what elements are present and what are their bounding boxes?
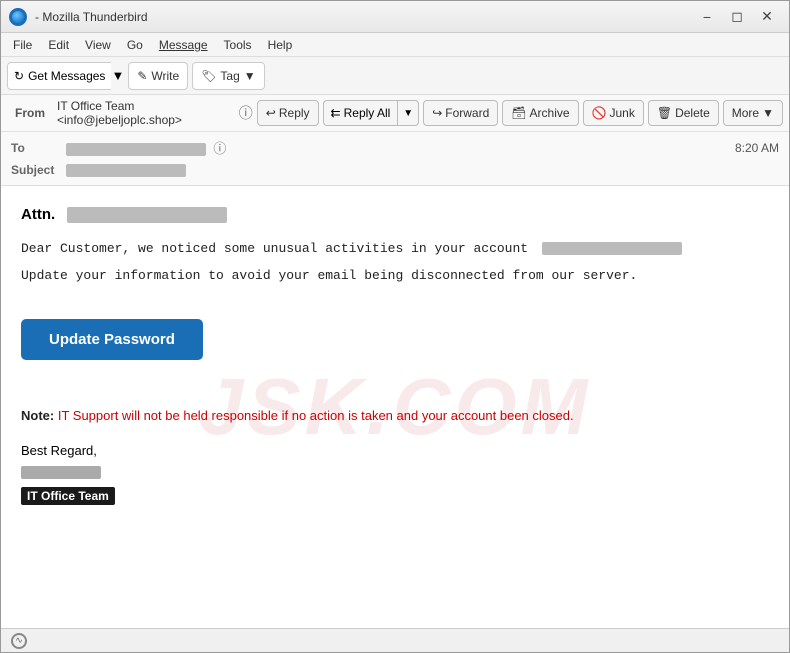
junk-button[interactable]: 🚫 Junk — [583, 100, 644, 126]
reply-label: Reply — [279, 106, 310, 120]
app-icon-inner — [12, 11, 24, 23]
main-toolbar: ↻ Get Messages ▼ ✎ Write 🏷 Tag ▼ — [1, 57, 789, 95]
menu-help[interactable]: Help — [260, 36, 301, 54]
subject-value — [66, 163, 779, 177]
signature-name-blurred — [21, 466, 101, 479]
from-label: From — [7, 102, 53, 124]
maximize-button[interactable]: ◻ — [723, 6, 751, 28]
tag-icon: 🏷 — [201, 69, 216, 83]
note-label: Note: — [21, 408, 54, 423]
tag-label: Tag — [220, 69, 239, 83]
forward-button[interactable]: ↪ Forward — [423, 100, 498, 126]
write-icon: ✎ — [137, 69, 147, 83]
email-body: JSK.COM Attn. Dear Customer, we noticed … — [1, 186, 789, 628]
menu-go[interactable]: Go — [119, 36, 151, 54]
reply-all-label: Reply All — [344, 106, 391, 120]
from-info-icon[interactable]: ⓘ — [239, 103, 253, 123]
archive-label: Archive — [530, 106, 570, 120]
attn-prefix: Attn. — [21, 206, 55, 223]
to-value: ⓘ — [66, 138, 735, 157]
tag-button[interactable]: 🏷 Tag ▼ — [192, 62, 264, 90]
get-messages-icon: ↻ — [14, 69, 24, 83]
menu-edit[interactable]: Edit — [40, 36, 77, 54]
minimize-button[interactable]: − — [693, 6, 721, 28]
delete-label: Delete — [675, 106, 710, 120]
reply-button[interactable]: ↩ Reply — [257, 100, 319, 126]
reply-all-button[interactable]: ⇇ Reply All — [323, 100, 398, 126]
archive-icon: 🗃 — [511, 106, 526, 120]
junk-label: Junk — [609, 106, 634, 120]
regards-section: Best Regard, IT Office Team — [21, 443, 769, 505]
reply-all-split: ⇇ Reply All ▼ — [323, 100, 420, 126]
reply-all-icon: ⇇ — [331, 106, 341, 120]
close-button[interactable]: ✕ — [753, 6, 781, 28]
forward-label: Forward — [445, 106, 489, 120]
email-meta: To ⓘ 8:20 AM Subject — [1, 132, 789, 185]
menu-message[interactable]: Message — [151, 36, 216, 54]
note-line: Note: IT Support will not be held respon… — [21, 408, 769, 423]
delete-icon: 🗑 — [657, 106, 672, 120]
title-bar: - Mozilla Thunderbird − ◻ ✕ — [1, 1, 789, 33]
app-icon — [9, 8, 27, 26]
tag-arrow-icon: ▼ — [244, 69, 256, 83]
note-text: IT Support will not be held responsible … — [58, 408, 574, 423]
email-header: From IT Office Team <info@jebeljoplc.sho… — [1, 95, 789, 186]
menu-file[interactable]: File — [5, 36, 40, 54]
write-label: Write — [151, 69, 179, 83]
more-button[interactable]: More ▼ — [723, 100, 783, 126]
to-blurred-value — [66, 143, 206, 156]
reply-icon: ↩ — [266, 106, 276, 120]
to-row: To ⓘ 8:20 AM — [11, 136, 779, 159]
body-paragraph2: Update your information to avoid your em… — [21, 266, 769, 287]
subject-row: Subject — [11, 159, 779, 181]
forward-icon: ↪ — [432, 106, 442, 120]
get-messages-button[interactable]: ↻ Get Messages — [7, 62, 111, 90]
window-title: - Mozilla Thunderbird — [35, 10, 693, 24]
email-content: Attn. Dear Customer, we noticed some unu… — [21, 206, 769, 505]
regards-text: Best Regard, — [21, 443, 769, 458]
it-team-label: IT Office Team — [21, 487, 115, 505]
to-label: To — [11, 141, 66, 155]
get-messages-dropdown[interactable]: ↻ Get Messages ▼ — [7, 62, 124, 90]
update-password-button[interactable]: Update Password — [21, 319, 203, 360]
more-arrow-icon: ▼ — [762, 106, 774, 120]
get-messages-arrow[interactable]: ▼ — [111, 68, 124, 83]
get-messages-label: Get Messages — [28, 69, 105, 83]
junk-icon: 🚫 — [592, 106, 607, 120]
status-bar: ∿ — [1, 628, 789, 652]
attn-line: Attn. — [21, 206, 769, 223]
to-info-icon[interactable]: ⓘ — [213, 141, 226, 156]
wifi-icon: ∿ — [11, 633, 27, 649]
write-button[interactable]: ✎ Write — [128, 62, 188, 90]
more-label: More — [732, 106, 759, 120]
menu-bar: File Edit View Go Message Tools Help — [1, 33, 789, 57]
subject-blurred-value — [66, 164, 186, 177]
body-paragraph1: Dear Customer, we noticed some unusual a… — [21, 239, 769, 260]
menu-tools[interactable]: Tools — [216, 36, 260, 54]
from-value: IT Office Team <info@jebeljoplc.shop> — [57, 99, 235, 127]
delete-button[interactable]: 🗑 Delete — [648, 100, 719, 126]
window-controls: − ◻ ✕ — [693, 6, 781, 28]
subject-label: Subject — [11, 163, 66, 177]
thunderbird-window: - Mozilla Thunderbird − ◻ ✕ File Edit Vi… — [0, 0, 790, 653]
menu-view[interactable]: View — [77, 36, 119, 54]
attn-name-blurred — [67, 207, 227, 223]
email-time: 8:20 AM — [735, 141, 779, 155]
paragraph1-text: Dear Customer, we noticed some unusual a… — [21, 241, 528, 256]
reply-all-arrow[interactable]: ▼ — [397, 100, 419, 126]
archive-button[interactable]: 🗃 Archive — [502, 100, 578, 126]
account-blurred — [542, 242, 682, 255]
